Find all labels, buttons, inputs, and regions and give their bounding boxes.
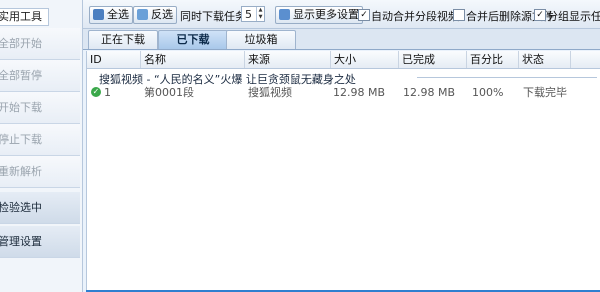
stepper-arrows-icon[interactable]: ▲ ▼ xyxy=(256,7,264,21)
pause-all-button[interactable]: 全部暂停 xyxy=(0,60,80,92)
column-percent[interactable]: 百分比 xyxy=(467,51,519,68)
invert-selection-button[interactable]: 反选 xyxy=(133,6,177,24)
check-circle-icon: ✓ xyxy=(91,87,101,97)
invert-selection-icon xyxy=(137,9,148,20)
group-divider xyxy=(417,77,597,78)
tab-downloaded[interactable]: 已下载 xyxy=(158,30,228,49)
row-size: 12.98 MB xyxy=(333,86,386,99)
delete-source-checkbox[interactable] xyxy=(453,9,465,21)
row-status: 下载完毕 xyxy=(523,86,567,99)
download-tabs: 正在下载 已下载 垃圾箱 xyxy=(83,29,600,50)
settings-icon xyxy=(279,9,290,20)
more-settings-label: 显示更多设置 xyxy=(293,8,359,21)
column-name[interactable]: 名称 xyxy=(141,51,245,68)
table-row[interactable]: ✓ 1 第0001段 搜狐视频 12.98 MB 12.98 MB 100% 下… xyxy=(87,84,600,101)
auto-merge-label: 自动合并分段视频 xyxy=(371,10,459,23)
sidebar: 实用工具 全部开始 全部暂停 开始下载 停止下载 重新解析 检验选中 管理设置 xyxy=(0,0,83,292)
invert-selection-label: 反选 xyxy=(151,8,173,21)
row-completed: 12.98 MB xyxy=(403,86,456,99)
row-name: 第0001段 xyxy=(144,86,194,99)
verify-selected-button[interactable]: 检验选中 xyxy=(0,192,80,224)
grid-header: ID 名称 来源 大小 已完成 百分比 状态 xyxy=(87,51,600,69)
column-id[interactable]: ID xyxy=(87,51,141,68)
manage-settings-button[interactable]: 管理设置 xyxy=(0,226,80,258)
column-completed[interactable]: 已完成 xyxy=(399,51,467,68)
select-all-button[interactable]: 全选 xyxy=(89,6,133,24)
group-display-checkbox[interactable]: ✓ xyxy=(534,9,546,21)
start-download-button[interactable]: 开始下载 xyxy=(0,92,80,124)
column-size[interactable]: 大小 xyxy=(331,51,399,68)
concurrent-tasks-value: 5 xyxy=(245,8,252,21)
tab-utility-tools[interactable]: 实用工具 xyxy=(0,8,49,26)
concurrent-tasks-stepper[interactable]: 5 ▲ ▼ xyxy=(241,6,265,22)
select-all-label: 全选 xyxy=(107,8,129,21)
row-id: 1 xyxy=(104,86,111,99)
start-all-button[interactable]: 全部开始 xyxy=(0,28,80,60)
auto-merge-checkbox[interactable]: ✓ xyxy=(358,9,370,21)
tab-downloading[interactable]: 正在下载 xyxy=(88,30,158,49)
row-percent: 100% xyxy=(472,86,504,99)
row-source: 搜狐视频 xyxy=(248,86,292,99)
task-grid: ID 名称 来源 大小 已完成 百分比 状态 搜狐视频 - “人民的名义”火爆 … xyxy=(86,51,600,292)
column-source[interactable]: 来源 xyxy=(245,51,331,68)
column-status[interactable]: 状态 xyxy=(519,51,571,68)
group-display-label: 分组显示任务 xyxy=(547,10,600,23)
stop-download-button[interactable]: 停止下载 xyxy=(0,124,80,156)
select-all-icon xyxy=(93,9,104,20)
column-filler xyxy=(571,51,600,68)
toolbar: 全选 反选 同时下载任务数: 5 ▲ ▼ 显示更多设置 ✓ 自动合并分段视频 合并… xyxy=(83,0,600,29)
tab-trash[interactable]: 垃圾箱 xyxy=(226,30,296,49)
more-settings-button[interactable]: 显示更多设置 xyxy=(275,6,363,24)
reparse-button[interactable]: 重新解析 xyxy=(0,156,80,188)
